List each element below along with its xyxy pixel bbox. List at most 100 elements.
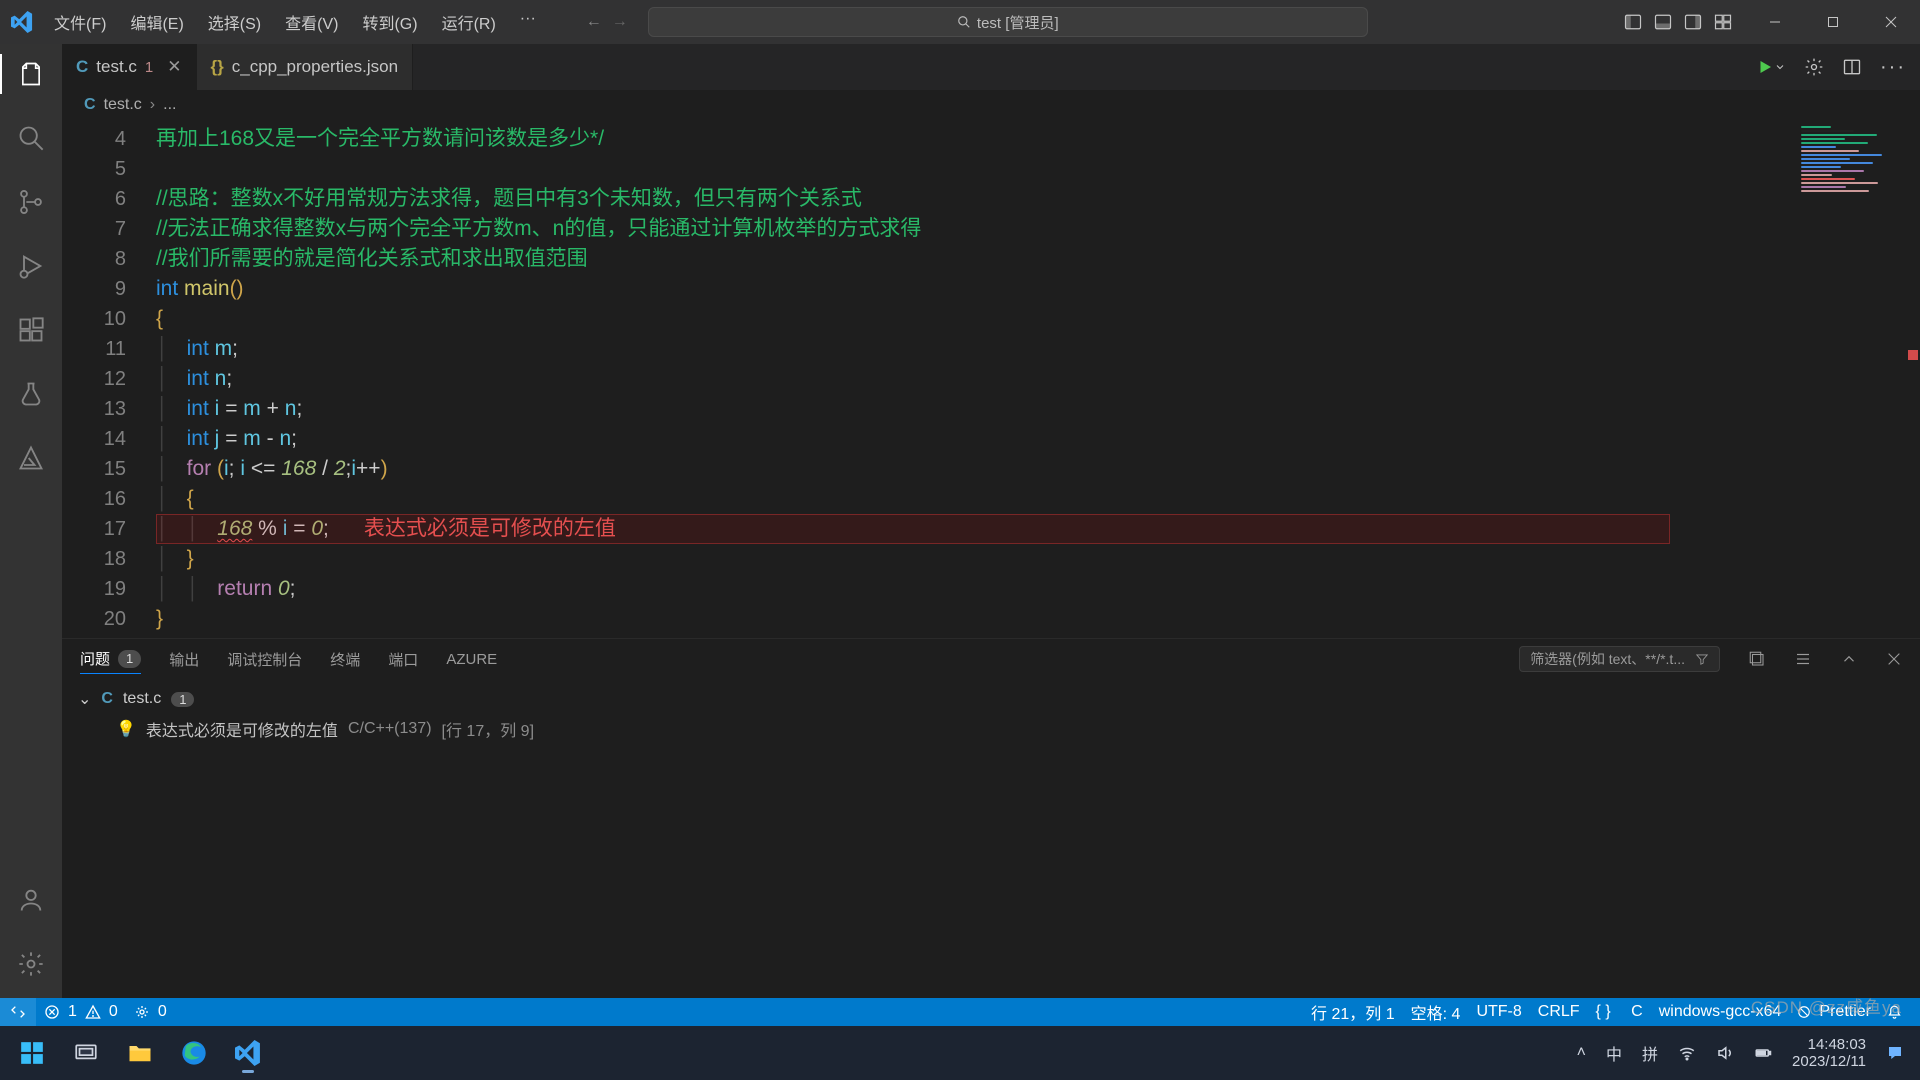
search-text: test [管理员] [977,12,1059,33]
code-area[interactable]: 再加上168又是一个完全平方数请问该数是多少*/ //思路：整数x不好用常规方法… [156,120,1790,638]
minimize-button[interactable] [1746,0,1804,44]
collapse-all-icon[interactable] [1748,650,1766,668]
menu-edit[interactable]: 编辑(E) [120,6,193,38]
editor-scrollbar[interactable] [1906,120,1920,638]
tab-bar: C test.c 1 ✕ {} c_cpp_properties.json [62,44,1920,90]
nav-forward-icon[interactable]: → [612,13,628,31]
problems-count-badge: 1 [118,650,141,668]
problem-location: [行 17，列 9] [442,717,534,741]
battery-icon[interactable] [1754,1044,1772,1062]
code-line[interactable]: 再加上168又是一个完全平方数请问该数是多少*/ [156,124,1790,154]
maximize-button[interactable] [1804,0,1862,44]
code-line[interactable]: │ int i = m + n; [156,394,1790,424]
title-bar: 文件(F) 编辑(E) 选择(S) 查看(V) 转到(G) 运行(R) ··· … [0,0,1920,44]
panel-tab-output[interactable]: 输出 [169,645,199,674]
status-indent[interactable]: 空格: 4 [1403,998,1469,1026]
menu-go[interactable]: 转到(G) [352,6,427,38]
maximize-panel-icon[interactable] [1840,650,1858,668]
view-as-tree-icon[interactable] [1794,650,1812,668]
code-line[interactable]: │ } [156,544,1790,574]
status-language[interactable]: { } C [1588,998,1651,1026]
tab-test-c[interactable]: C test.c 1 ✕ [62,44,197,90]
code-line[interactable]: //思路：整数x不好用常规方法求得，题目中有3个未知数，但只有两个关系式 [156,184,1790,214]
customize-layout-icon[interactable] [1714,13,1732,31]
status-encoding[interactable]: UTF-8 [1468,998,1529,1026]
panel-tab-ports[interactable]: 端口 [388,645,418,674]
command-center[interactable]: test [管理员] [648,7,1368,37]
nav-back-icon[interactable]: ← [586,13,602,31]
search-icon[interactable] [0,118,62,158]
window-controls [1746,0,1920,44]
explorer-icon[interactable] [0,54,62,94]
code-line[interactable]: │ { [156,484,1790,514]
start-button[interactable] [8,1032,56,1074]
notifications-icon[interactable] [1886,1044,1904,1062]
wifi-icon[interactable] [1678,1044,1696,1062]
tray-ime-lang[interactable]: 中 [1606,1041,1622,1065]
edge-browser-icon[interactable] [170,1032,218,1074]
tray-ime-mode[interactable]: 拼 [1642,1041,1658,1065]
menu-more[interactable]: ··· [510,6,546,38]
tab-label: test.c [96,57,137,77]
code-line[interactable]: │ int m; [156,334,1790,364]
tray-chevron-up-icon[interactable]: ˄ [1577,1044,1586,1062]
panel-tab-problems[interactable]: 问题 1 [80,644,141,674]
menu-file[interactable]: 文件(F) [44,6,116,38]
code-line[interactable]: int main() [156,274,1790,304]
minimap[interactable] [1790,120,1920,638]
file-explorer-icon[interactable] [116,1032,164,1074]
json-file-icon: {} [211,57,224,77]
problems-filter-input[interactable]: 筛选器(例如 text、**/*.t... [1519,646,1720,672]
vscode-taskbar-icon[interactable] [224,1032,272,1074]
panel-tab-terminal[interactable]: 终端 [330,645,360,674]
status-cursor[interactable]: 行 21，列 1 [1303,998,1403,1026]
more-actions-icon[interactable]: ··· [1880,56,1906,79]
search-icon [957,15,971,29]
task-view-icon[interactable] [62,1032,110,1074]
accounts-icon[interactable] [0,880,62,920]
panel-tab-debug[interactable]: 调试控制台 [227,645,302,674]
panel-tab-azure[interactable]: AZURE [446,647,497,672]
close-button[interactable] [1862,0,1920,44]
close-panel-icon[interactable] [1886,651,1902,667]
c-file-icon: C [101,690,113,708]
taskbar-clock[interactable]: 14:48:03 2023/12/11 [1792,1036,1866,1070]
code-line[interactable]: //我们所需要的就是简化关系式和求出取值范围 [156,244,1790,274]
azure-icon[interactable] [0,438,62,478]
code-line[interactable]: { [156,304,1790,334]
tab-close-icon[interactable]: ✕ [167,57,181,77]
toggle-secondary-sidebar-icon[interactable] [1684,13,1702,31]
problem-item[interactable]: 💡 表达式必须是可修改的左值 C/C++(137) [行 17，列 9] [72,713,1910,745]
tab-c-cpp-properties[interactable]: {} c_cpp_properties.json [197,44,414,90]
toggle-panel-icon[interactable] [1654,13,1672,31]
menu-select[interactable]: 选择(S) [198,6,271,38]
problem-file-group[interactable]: ⌄ C test.c 1 [72,685,1910,713]
code-line[interactable]: } [156,604,1790,634]
menu-run[interactable]: 运行(R) [432,6,506,38]
status-ports[interactable]: 0 [126,998,175,1026]
code-line[interactable]: │ int n; [156,364,1790,394]
toggle-primary-sidebar-icon[interactable] [1624,13,1642,31]
settings-gear-icon[interactable] [0,944,62,984]
editor-actions: ··· [1742,44,1920,90]
code-editor[interactable]: 4567891011121314151617181920 再加上168又是一个完… [62,120,1920,638]
extensions-icon[interactable] [0,310,62,350]
volume-icon[interactable] [1716,1044,1734,1062]
chevron-right-icon: › [150,96,155,114]
breadcrumb[interactable]: C test.c › ... [62,90,1920,120]
code-line[interactable] [156,154,1790,184]
menu-view[interactable]: 查看(V) [275,6,348,38]
testing-icon[interactable] [0,374,62,414]
code-line[interactable]: │ for (i; i <= 168 / 2;i++) [156,454,1790,484]
settings-icon[interactable] [1804,57,1824,77]
code-line[interactable]: │ │ return 0; [156,574,1790,604]
remote-button[interactable] [0,998,36,1026]
code-line[interactable]: │ int j = m - n; [156,424,1790,454]
code-line[interactable]: //无法正确求得整数x与两个完全平方数m、n的值，只能通过计算机枚举的方式求得 [156,214,1790,244]
run-file-button[interactable] [1756,58,1786,76]
status-eol[interactable]: CRLF [1530,998,1588,1026]
run-debug-icon[interactable] [0,246,62,286]
status-problems[interactable]: 1 0 [36,998,126,1026]
split-editor-icon[interactable] [1842,57,1862,77]
source-control-icon[interactable] [0,182,62,222]
